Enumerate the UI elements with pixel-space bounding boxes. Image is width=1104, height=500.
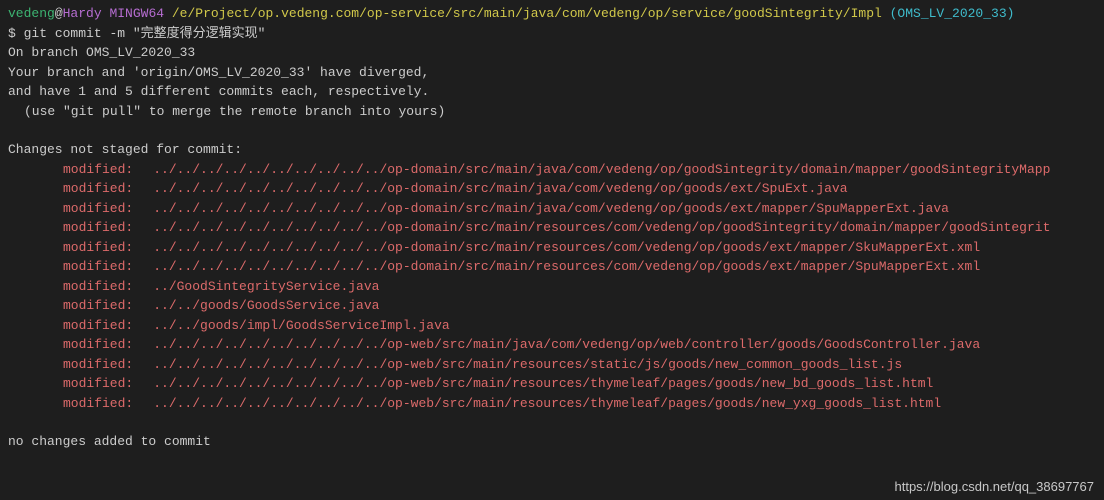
change-row: modified:../../../../../../../../../../o… [8, 374, 1096, 394]
blank-line [8, 121, 1096, 140]
change-row: modified:../../../../../../../../../../o… [8, 335, 1096, 355]
change-path: ../../../../../../../../../../op-domain/… [133, 201, 949, 216]
change-label: modified: [8, 179, 133, 199]
change-path: ../../../../../../../../../../op-web/src… [133, 357, 902, 372]
change-label: modified: [8, 316, 133, 336]
changes-header: Changes not staged for commit: [8, 140, 1096, 160]
change-path: ../../../../../../../../../../op-web/src… [133, 337, 980, 352]
change-path: ../../../../../../../../../../op-web/src… [133, 396, 941, 411]
prompt-at: @ [55, 6, 63, 21]
blank-line [8, 413, 1096, 432]
change-path: ../../goods/GoodsService.java [133, 298, 379, 313]
output-line: (use "git pull" to merge the remote bran… [8, 102, 1096, 122]
prompt-user: vedeng [8, 6, 55, 21]
change-row: modified:../../../../../../../../../../o… [8, 238, 1096, 258]
change-path: ../../../../../../../../../../op-domain/… [133, 181, 847, 196]
output-line: and have 1 and 5 different commits each,… [8, 82, 1096, 102]
change-label: modified: [8, 277, 133, 297]
change-path: ../../../../../../../../../../op-web/src… [133, 376, 933, 391]
change-path: ../../goods/impl/GoodsServiceImpl.java [133, 318, 449, 333]
change-row: modified:../../../../../../../../../../o… [8, 218, 1096, 238]
change-label: modified: [8, 394, 133, 414]
output-line: Your branch and 'origin/OMS_LV_2020_33' … [8, 63, 1096, 83]
prompt-branch: (OMS_LV_2020_33) [890, 6, 1015, 21]
change-label: modified: [8, 218, 133, 238]
change-path: ../../../../../../../../../../op-domain/… [133, 240, 980, 255]
change-row: modified:../../goods/GoodsService.java [8, 296, 1096, 316]
command-line[interactable]: $ git commit -m "完整度得分逻辑实现" [8, 24, 1096, 44]
change-row: modified:../../goods/impl/GoodsServiceIm… [8, 316, 1096, 336]
prompt-dollar: $ [8, 26, 16, 41]
watermark-text: https://blog.csdn.net/qq_38697767 [895, 477, 1095, 497]
change-row: modified:../../../../../../../../../../o… [8, 355, 1096, 375]
change-path: ../../../../../../../../../../op-domain/… [133, 259, 980, 274]
change-label: modified: [8, 296, 133, 316]
terminal-prompt: vedeng@Hardy MINGW64 /e/Project/op.veden… [8, 4, 1096, 24]
prompt-path: /e/Project/op.vedeng.com/op-service/src/… [172, 6, 882, 21]
change-row: modified:../../../../../../../../../../o… [8, 394, 1096, 414]
change-row: modified:../../../../../../../../../../o… [8, 199, 1096, 219]
change-label: modified: [8, 374, 133, 394]
change-label: modified: [8, 335, 133, 355]
command-text: git commit -m "完整度得分逻辑实现" [24, 26, 266, 41]
change-row: modified:../GoodSintegrityService.java [8, 277, 1096, 297]
change-label: modified: [8, 257, 133, 277]
prompt-host: Hardy [63, 6, 102, 21]
output-line: On branch OMS_LV_2020_33 [8, 43, 1096, 63]
change-row: modified:../../../../../../../../../../o… [8, 160, 1096, 180]
output-line: no changes added to commit [8, 432, 1096, 452]
change-row: modified:../../../../../../../../../../o… [8, 257, 1096, 277]
change-row: modified:../../../../../../../../../../o… [8, 179, 1096, 199]
change-path: ../GoodSintegrityService.java [133, 279, 379, 294]
prompt-tool: MINGW64 [109, 6, 164, 21]
change-label: modified: [8, 238, 133, 258]
change-label: modified: [8, 199, 133, 219]
change-path: ../../../../../../../../../../op-domain/… [133, 162, 1050, 177]
change-label: modified: [8, 160, 133, 180]
change-label: modified: [8, 355, 133, 375]
change-path: ../../../../../../../../../../op-domain/… [133, 220, 1050, 235]
